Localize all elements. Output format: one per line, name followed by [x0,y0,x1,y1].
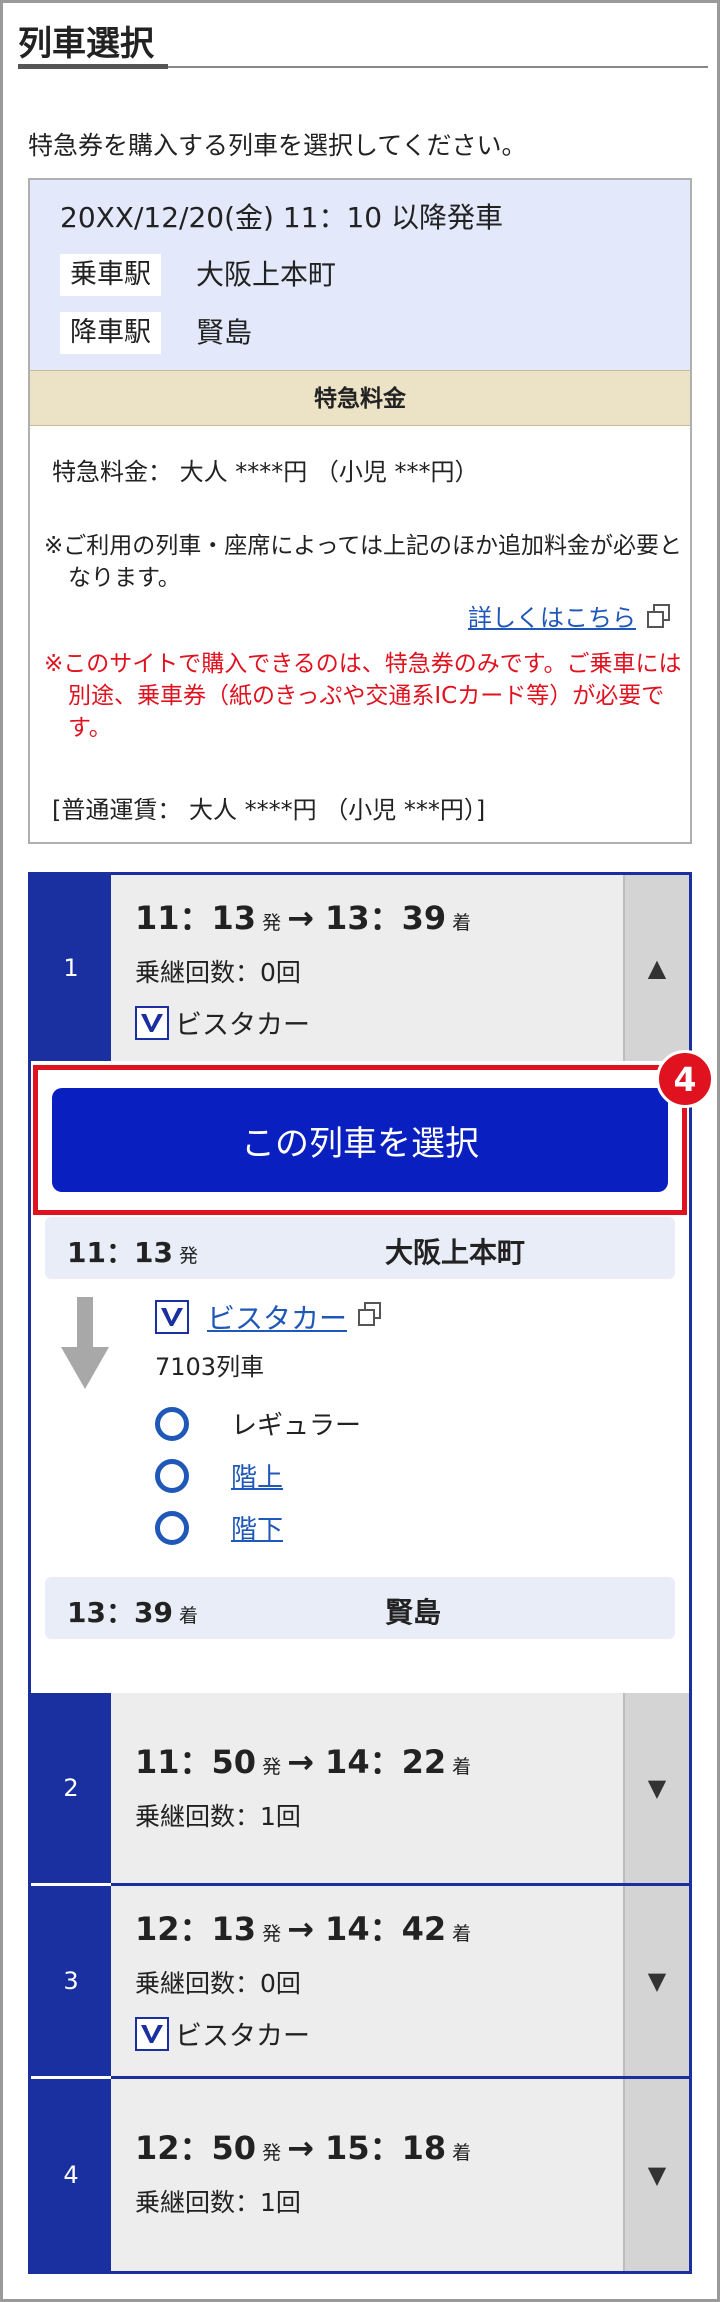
external-link-icon [357,1301,383,1334]
train-row-transfers: 乗継回数：1回 [135,2188,301,2217]
departure-stop: 11：13 発 大阪上本町 [45,1217,675,1279]
select-area-highlight: この列車を選択 [33,1065,687,1215]
instruction-text: 特急券を購入する列車を選択してください。 [28,131,527,160]
train-row-number: 1 [31,875,111,1061]
train-row-times: 11：13 発 → 13：39 着 [135,899,472,937]
additional-fee-note: ※ご利用の列車・座席によっては上記のほか追加料金が必要となります。 [44,533,682,591]
alighting-label: 降車駅 [60,312,161,354]
alighting-station: 賢島 [196,316,253,349]
step-badge: 4 [656,1050,714,1108]
expand-toggle[interactable]: ▼ [623,1693,689,1883]
train-row-times: 11：50 発 → 14：22 着 [135,1743,472,1781]
regular-fare: [普通運賃： 大人 ****円 （小児 ***円）] [52,796,486,824]
vistacar-logo-icon [135,2016,169,2051]
train-row-times: 12：13 発 → 14：42 着 [135,1910,472,1948]
radio-button[interactable] [155,1406,189,1441]
page-title: 列車選択 [18,24,154,64]
departure-datetime: 20XX/12/20(金) 11：10 以降発車 [60,201,504,234]
departure-station: 大阪上本町 [385,1236,526,1269]
express-fee: 特急料金： 大人 ****円 （小児 ***円） [52,458,479,486]
ticket-scope-warning: ※このサイトで購入できるのは、特急券のみです。ご乗車には別途、乗車券（紙のきっぷ… [44,651,682,741]
title-underline [18,64,168,69]
train-row-2[interactable]: 2 11：50 発 → 14：22 着 乗継回数：1回 ▼ [31,1693,689,1883]
details-link-label: 詳しくはこちら [468,604,636,632]
train-detail-panel: 11：13 発 大阪上本町 ビスタカー 7103列車 レギュラー 階上 階下 13… [31,1217,689,1689]
departure-time: 11：13 発 [67,1236,198,1269]
route-summary: 20XX/12/20(金) 11：10 以降発車 乗車駅 大阪上本町 降車駅 賢… [30,180,690,370]
train-row-number: 3 [31,1886,111,2076]
boarding-station: 大阪上本町 [196,258,337,291]
train-list: 1 11：13 発 → 13：39 着 乗継回数：0回 ビスタカー ▲ この列車を選択… [28,872,714,2274]
expand-toggle[interactable]: ▼ [623,2079,689,2271]
expand-toggle[interactable]: ▼ [623,1886,689,2076]
select-train-button[interactable]: この列車を選択 [52,1088,668,1192]
train-row-4[interactable]: 4 12：50 発 → 15：18 着 乗継回数：1回 ▼ [31,2079,689,2271]
vistacar-logo-icon [135,1005,169,1040]
train-detail-link[interactable]: ビスタカー [155,1297,383,1337]
details-link[interactable]: 詳しくはこちら [468,598,672,635]
title-divider [168,66,708,68]
seat-option-regular[interactable]: レギュラー [155,1405,361,1442]
train-row-train-name: ビスタカー [135,1003,310,1042]
train-row-number: 2 [31,1693,111,1883]
train-row-1[interactable]: 1 11：13 発 → 13：39 着 乗継回数：0回 ビスタカー ▲ [31,875,689,1061]
boarding-label: 乗車駅 [60,254,161,296]
down-arrow-icon [61,1297,109,1395]
train-row-3[interactable]: 3 12：13 発 → 14：42 着 乗継回数：0回 ビスタカー ▼ [31,1886,689,2076]
external-link-icon [646,603,672,635]
radio-button[interactable] [155,1510,189,1545]
vistacar-logo-icon [155,1300,189,1334]
arrival-stop: 13：39 着 賢島 [45,1577,675,1639]
arrival-time: 13：39 着 [67,1596,198,1629]
train-row-transfers: 乗継回数：0回 [135,958,301,987]
train-row-number: 4 [31,2079,111,2271]
train-row-train-name: ビスタカー [135,2014,310,2053]
train-row-transfers: 乗継回数：0回 [135,1969,301,1998]
radio-button[interactable] [155,1458,189,1493]
search-info-box: 20XX/12/20(金) 11：10 以降発車 乗車駅 大阪上本町 降車駅 賢… [28,178,692,844]
train-row-transfers: 乗継回数：1回 [135,1802,301,1831]
seat-option-upper[interactable]: 階上 [155,1457,283,1494]
fee-header: 特急料金 [30,370,690,426]
collapse-toggle[interactable]: ▲ [623,875,689,1061]
train-number: 7103列車 [155,1353,265,1381]
train-row-times: 12：50 発 → 15：18 着 [135,2129,472,2167]
seat-option-lower[interactable]: 階下 [155,1509,283,1546]
arrival-station: 賢島 [385,1596,442,1629]
